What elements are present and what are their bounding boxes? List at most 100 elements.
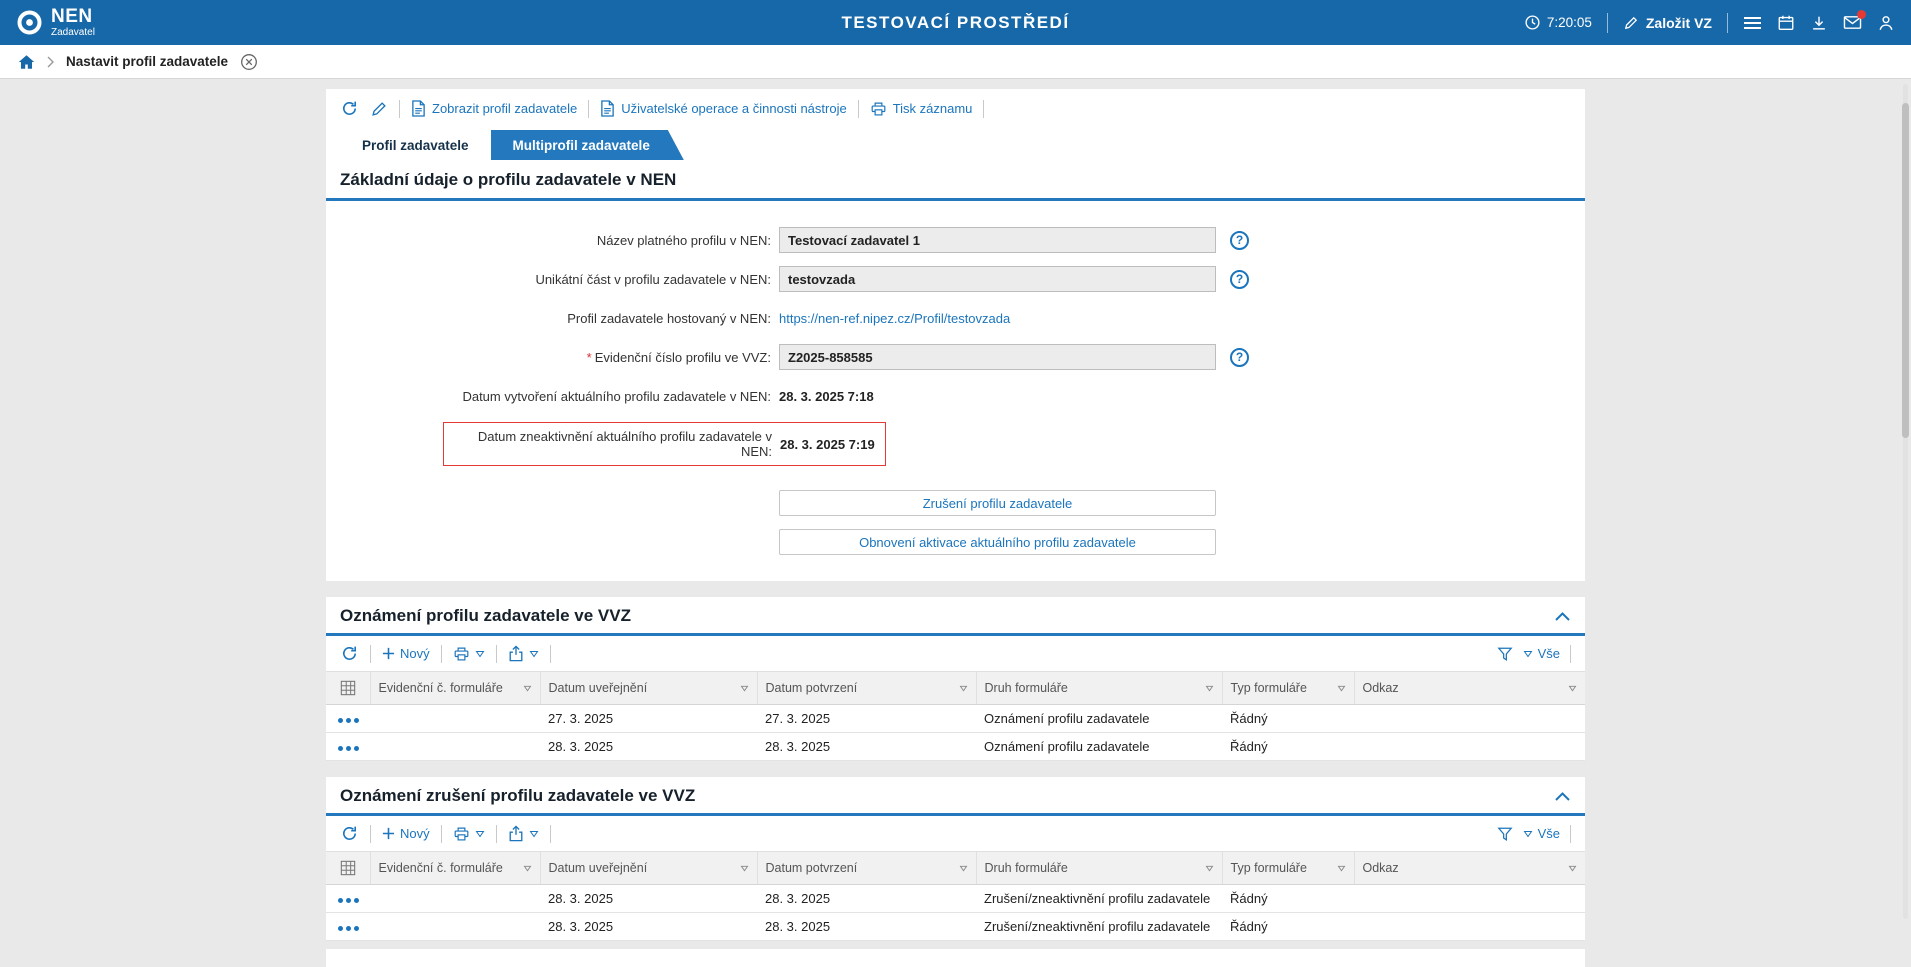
- col-header-form-type[interactable]: Typ formuláře: [1222, 852, 1354, 885]
- table-row[interactable]: 28. 3. 2025 28. 3. 2025 Zrušení/zneaktiv…: [326, 885, 1585, 913]
- cell-form-kind: Oznámení profilu zadavatele: [976, 705, 1222, 733]
- home-icon[interactable]: [18, 54, 35, 70]
- help-icon[interactable]: ?: [1230, 270, 1249, 289]
- col-header-evidence-number[interactable]: Evidenční č. formuláře: [370, 672, 540, 705]
- col-header-form-type[interactable]: Typ formuláře: [1222, 672, 1354, 705]
- grid-toolbar: Nový: [326, 816, 1585, 851]
- calendar-icon[interactable]: [1777, 14, 1795, 32]
- user-icon[interactable]: [1877, 14, 1895, 32]
- print-record-link[interactable]: Tisk záznamu: [870, 101, 973, 117]
- show-profile-link[interactable]: Zobrazit profil zadavatele: [411, 100, 577, 117]
- show-all-filter[interactable]: Vše: [1523, 646, 1560, 661]
- filter-caret-icon: [523, 685, 532, 692]
- download-icon[interactable]: [1810, 14, 1828, 32]
- col-header-date-confirmed[interactable]: Datum potvrzení: [757, 672, 976, 705]
- col-header-link[interactable]: Odkaz: [1354, 852, 1585, 885]
- new-record-label: Nový: [400, 646, 430, 661]
- show-all-label: Vše: [1538, 646, 1560, 661]
- filter-caret-icon: [1568, 685, 1577, 692]
- filter-caret-icon: [959, 865, 968, 872]
- divider: [441, 825, 442, 843]
- help-icon[interactable]: ?: [1230, 231, 1249, 250]
- print-menu-button[interactable]: [453, 826, 485, 842]
- top-bar: NEN Zadavatel TESTOVACÍ PROSTŘEDÍ 7:20:0…: [0, 0, 1911, 45]
- filter-icon[interactable]: [1497, 826, 1513, 842]
- refresh-icon[interactable]: [340, 99, 359, 118]
- table-row[interactable]: 27. 3. 2025 27. 3. 2025 Oznámení profilu…: [326, 705, 1585, 733]
- show-all-filter[interactable]: Vše: [1523, 826, 1560, 841]
- divider: [858, 100, 859, 118]
- print-menu-button[interactable]: [453, 646, 485, 662]
- filter-icon[interactable]: [1497, 646, 1513, 662]
- create-vz-button[interactable]: Založit VZ: [1623, 15, 1712, 31]
- col-header-link[interactable]: Odkaz: [1354, 672, 1585, 705]
- logo-subtitle: Zadavatel: [51, 28, 95, 38]
- row-actions-icon[interactable]: [338, 718, 359, 723]
- breadcrumb-item[interactable]: Nastavit profil zadavatele: [66, 54, 228, 69]
- profile-name-input[interactable]: [779, 227, 1216, 253]
- hosted-profile-link[interactable]: https://nen-ref.nipez.cz/Profil/testovza…: [779, 311, 1010, 326]
- profile-card: Zobrazit profil zadavatele Uživatelské o…: [326, 89, 1585, 581]
- printer-icon: [453, 826, 470, 842]
- col-header-date-published[interactable]: Datum uveřejnění: [540, 672, 757, 705]
- collapse-chevron-icon[interactable]: [1554, 791, 1571, 802]
- created-date-value: 28. 3. 2025 7:18: [779, 389, 874, 404]
- cell-evidence-number: [370, 705, 540, 733]
- divider: [1607, 13, 1608, 33]
- divider: [399, 100, 400, 118]
- field-label-evidence-number: Evidenční číslo profilu ve VVZ:: [595, 350, 771, 365]
- cell-form-type: Řádný: [1222, 733, 1354, 761]
- refresh-icon[interactable]: [340, 824, 359, 843]
- col-header-date-confirmed[interactable]: Datum potvrzení: [757, 852, 976, 885]
- section-title-basic-info: Základní údaje o profilu zadavatele v NE…: [326, 160, 1585, 201]
- section-title-vvz-announcements: Oznámení profilu zadavatele ve VVZ: [340, 606, 631, 626]
- caret-down-icon: [1523, 650, 1533, 658]
- export-menu-button[interactable]: [508, 645, 539, 662]
- user-operations-link[interactable]: Uživatelské operace a činnosti nástroje: [600, 100, 846, 117]
- col-header-evidence-number[interactable]: Evidenční č. formuláře: [370, 852, 540, 885]
- row-actions-icon[interactable]: [338, 746, 359, 751]
- cancel-profile-button[interactable]: Zrušení profilu zadavatele: [779, 490, 1216, 516]
- mail-icon[interactable]: [1843, 14, 1862, 31]
- divider: [370, 645, 371, 663]
- new-record-button[interactable]: Nový: [382, 646, 430, 661]
- document-icon: [600, 100, 615, 117]
- field-label-name: Název platného profilu v NEN:: [326, 233, 771, 248]
- restore-activation-button[interactable]: Obnovení aktivace aktuálního profilu zad…: [779, 529, 1216, 555]
- new-record-button[interactable]: Nový: [382, 826, 430, 841]
- scrollbar-thumb[interactable]: [1902, 103, 1909, 438]
- col-header-form-kind[interactable]: Druh formuláře: [976, 672, 1222, 705]
- caret-down-icon: [475, 650, 485, 658]
- app-logo[interactable]: NEN Zadavatel: [16, 7, 95, 38]
- col-header-date-published[interactable]: Datum uveřejnění: [540, 852, 757, 885]
- col-header-form-kind[interactable]: Druh formuláře: [976, 852, 1222, 885]
- logo-text: NEN: [51, 7, 95, 26]
- evidence-number-input[interactable]: [779, 344, 1216, 370]
- field-label-created-date: Datum vytvoření aktuálního profilu zadav…: [326, 389, 771, 404]
- row-actions-icon[interactable]: [338, 926, 359, 931]
- close-tab-icon[interactable]: [240, 53, 258, 71]
- field-label-deactivated-date: Datum zneaktivnění aktuálního profilu za…: [454, 429, 772, 459]
- table-row[interactable]: 28. 3. 2025 28. 3. 2025 Oznámení profilu…: [326, 733, 1585, 761]
- tab-profil-zadavatele[interactable]: Profil zadavatele: [340, 130, 491, 160]
- divider: [496, 825, 497, 843]
- unique-part-input[interactable]: [779, 266, 1216, 292]
- grid-toolbar: Nový: [326, 636, 1585, 671]
- menu-icon[interactable]: [1743, 15, 1762, 31]
- column-settings-button[interactable]: [326, 672, 370, 705]
- row-actions-icon[interactable]: [338, 898, 359, 903]
- collapse-chevron-icon[interactable]: [1554, 611, 1571, 622]
- divider: [496, 645, 497, 663]
- table-row[interactable]: 28. 3. 2025 28. 3. 2025 Zrušení/zneaktiv…: [326, 913, 1585, 941]
- export-menu-button[interactable]: [508, 825, 539, 842]
- cell-form-kind: Oznámení profilu zadavatele: [976, 733, 1222, 761]
- help-icon[interactable]: ?: [1230, 348, 1249, 367]
- cell-date-confirmed: 27. 3. 2025: [757, 705, 976, 733]
- column-settings-button[interactable]: [326, 852, 370, 885]
- edit-icon[interactable]: [370, 100, 388, 118]
- new-record-label: Nový: [400, 826, 430, 841]
- refresh-icon[interactable]: [340, 644, 359, 663]
- vvz-announcements-card: Oznámení profilu zadavatele ve VVZ Nový: [326, 597, 1585, 761]
- caret-down-icon: [475, 830, 485, 838]
- tab-multiprofil-zadavatele[interactable]: Multiprofil zadavatele: [491, 130, 684, 160]
